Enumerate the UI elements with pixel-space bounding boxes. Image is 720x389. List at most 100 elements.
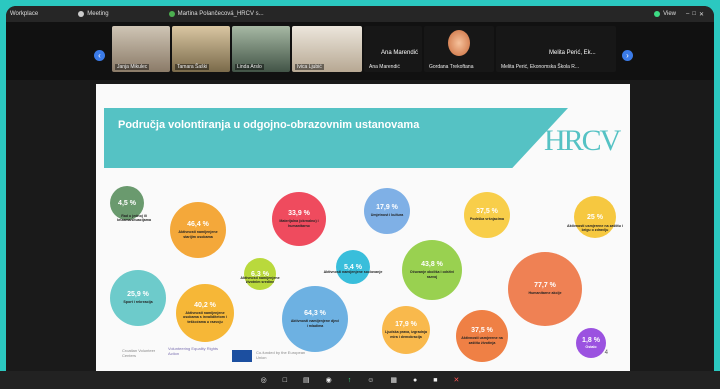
participant-tile[interactable]: Linda Arslo [232, 26, 290, 72]
participant-tile[interactable]: Janja Mikulec [112, 26, 170, 72]
bubble-label: Aktivnosti namijenjene sociovanje [323, 270, 383, 274]
participant-name: Melita Perić, Ekonomska Škola R... [501, 64, 580, 70]
bubble-label: Umjetnost i kultura [370, 213, 404, 218]
bubble: 46,4 % Aktivnosti namijenjene starijim o… [170, 202, 226, 258]
meeting-toolbar: ◎ □ ▤ ◉ ↑ ☺ ▦ ● ■ ✕ [0, 371, 720, 389]
bubble: 33,9 % Materijalna (okrnalno) i humanita… [272, 192, 326, 246]
bubble-label: Očuvanje okoliša i održivi razvoj [409, 270, 455, 279]
footer-logo-eu: Co-funded by the European Union [256, 350, 306, 360]
bubble-label: Humanitarne akcije [528, 291, 562, 296]
bubble: 17,9 % Umjetnost i kultura [364, 188, 410, 234]
close-icon[interactable]: ✕ [699, 11, 704, 18]
participant-name: Gordana Trekoftana [429, 64, 474, 70]
bubble-label: Aktivnosti namijenjene osobama s invalid… [183, 310, 227, 324]
record-icon[interactable]: ◉ [326, 376, 332, 384]
microphone-icon[interactable]: ◎ [261, 376, 267, 384]
status-icon [654, 11, 661, 17]
bubble-label: Aktivnosti namijenjene životnim sredine [240, 276, 280, 285]
bubble-percent: 33,9 % [288, 210, 310, 218]
bubble-label: Sport i rekreacija [123, 300, 153, 305]
bubble: 37,5 % Aktivnosti usmjerene na zaštitu ž… [456, 310, 508, 362]
participant-tile[interactable]: Ana Marendić [364, 26, 422, 72]
bubble-percent: 4,5 % [118, 199, 136, 207]
bubble-label: Podrška vršnjacima [470, 217, 504, 222]
bubble: 5,4 % [336, 250, 370, 284]
meeting-icon [78, 11, 85, 17]
participant-caption: Ana Marendić [381, 50, 419, 56]
view-control[interactable]: View [654, 11, 676, 17]
bubble-percent: 46,4 % [187, 221, 209, 229]
app-label: Workplace [10, 11, 39, 17]
bubble: 37,5 % Podrška vršnjacima [464, 192, 510, 238]
slide-title: Područja volontiranja u odgojno-obrazovn… [118, 119, 420, 131]
participant-name: Linda Arslo [235, 64, 264, 70]
bubble-percent: 37,5 % [476, 208, 498, 216]
more-icon[interactable]: ● [413, 377, 417, 384]
title-bar: Workplace Meeting Martina Polančecová_HR… [6, 6, 714, 22]
bubble-percent: 17,9 % [395, 321, 417, 329]
participant-name: Tamara Šaški [175, 64, 210, 70]
bubble-label: Ostalo [585, 344, 597, 349]
participant-tile[interactable]: Gordana Trekoftana [424, 26, 494, 72]
bubble-percent: 25 % [587, 213, 603, 221]
avatar [448, 30, 470, 56]
minimize-icon[interactable]: – [686, 11, 689, 17]
participants-icon[interactable]: ▤ [303, 376, 310, 384]
participant-caption: Melita Perić, Ek... [549, 50, 596, 56]
bubble-label: Aktivnosti namijenjene djeci i mladima [290, 319, 340, 328]
bubble-label: Aktivnosti usmjerene na zaštitu i brigu … [567, 224, 623, 233]
bubble-percent: 37,5 % [471, 327, 493, 335]
bubble-percent: 43,8 % [421, 261, 443, 269]
eu-flag-icon [232, 350, 252, 362]
maximize-icon[interactable]: □ [692, 11, 696, 17]
meeting-window: Workplace Meeting Martina Polančecová_HR… [6, 6, 714, 383]
view-label: View [663, 11, 676, 17]
bubble: 25,9 % Sport i rekreacija [110, 270, 166, 326]
bubble-percent: 1,8 % [582, 336, 600, 344]
participant-name: Janja Mikulec [115, 64, 150, 70]
bubble-percent: 77,7 % [534, 282, 556, 290]
stop-icon[interactable]: ■ [433, 377, 437, 384]
participant-name: Ivica Ljubić [295, 64, 324, 70]
slide-banner: Područja volontiranja u odgojno-obrazovn… [104, 108, 568, 168]
bubble-percent: 40,2 % [194, 301, 216, 309]
tab-presenter[interactable]: Martina Polančecová_HRCV s... [168, 11, 264, 17]
participant-tile[interactable]: Ivica Ljubić [292, 26, 362, 72]
participant-tile[interactable]: Melita Perić, Ekonomska Škola R... [496, 26, 616, 72]
bubble-label: Rad u jednoj ili krizama/situacijama [117, 214, 151, 223]
share-screen-icon[interactable]: ↑ [348, 377, 352, 384]
app-name: Workplace [10, 11, 38, 17]
bubble-percent: 25,9 % [127, 291, 149, 299]
bubble-label: Materijalna (okrnalno) i humanitarno [279, 219, 319, 228]
next-participants-button[interactable]: › [622, 50, 633, 61]
bubble-percent: 17,9 % [376, 204, 398, 212]
bubble: 43,8 % Očuvanje okoliša i održivi razvoj [402, 240, 462, 300]
shared-slide: Područja volontiranja u odgojno-obrazovn… [96, 84, 630, 378]
bubble: 40,2 % Aktivnosti namijenjene osobama s … [176, 284, 234, 342]
bubble-label: Aktivnosti usmjerene na zaštitu životinj… [461, 336, 503, 345]
bubble-label: Ljudska prava, izgradnja mira i demokrac… [385, 330, 427, 339]
footer-logo-middle: Volunteering Equality Rights Action [168, 346, 219, 356]
window-controls[interactable]: – □ ✕ [686, 11, 704, 18]
bubble-percent: 64,3 % [304, 310, 326, 318]
slide-page-number: 4 [604, 350, 608, 356]
participant-strip: ‹ Janja Mikulec Tamara Šaški Linda Arslo… [6, 22, 714, 80]
reactions-icon[interactable]: ☺ [367, 377, 374, 384]
tab-meeting[interactable]: Meeting [78, 11, 109, 17]
bubble: 64,3 % Aktivnosti namijenjene djeci i ml… [282, 286, 348, 352]
bubble: 77,7 % Humanitarne akcije [508, 252, 582, 326]
tab-presenter-label: Martina Polančecová_HRCV s... [177, 11, 264, 17]
bubble: 6,3 % [244, 258, 276, 290]
participant-name: Ana Marendić [369, 64, 400, 70]
apps-icon[interactable]: ▦ [390, 376, 397, 384]
tab-meeting-label: Meeting [87, 11, 109, 17]
participant-tile[interactable]: Tamara Šaški [172, 26, 230, 72]
previous-participants-button[interactable]: ‹ [94, 50, 105, 61]
bubble: 1,8 % Ostalo [576, 328, 606, 358]
camera-icon[interactable]: □ [283, 377, 287, 384]
leave-meeting-icon[interactable]: ✕ [453, 376, 459, 384]
footer-logo-left: Croatian Volunteer Centers [122, 348, 156, 358]
hrcv-logo: HRCV [544, 124, 621, 157]
bubble: 17,9 % Ljudska prava, izgradnja mira i d… [382, 306, 430, 354]
share-icon [168, 11, 175, 17]
